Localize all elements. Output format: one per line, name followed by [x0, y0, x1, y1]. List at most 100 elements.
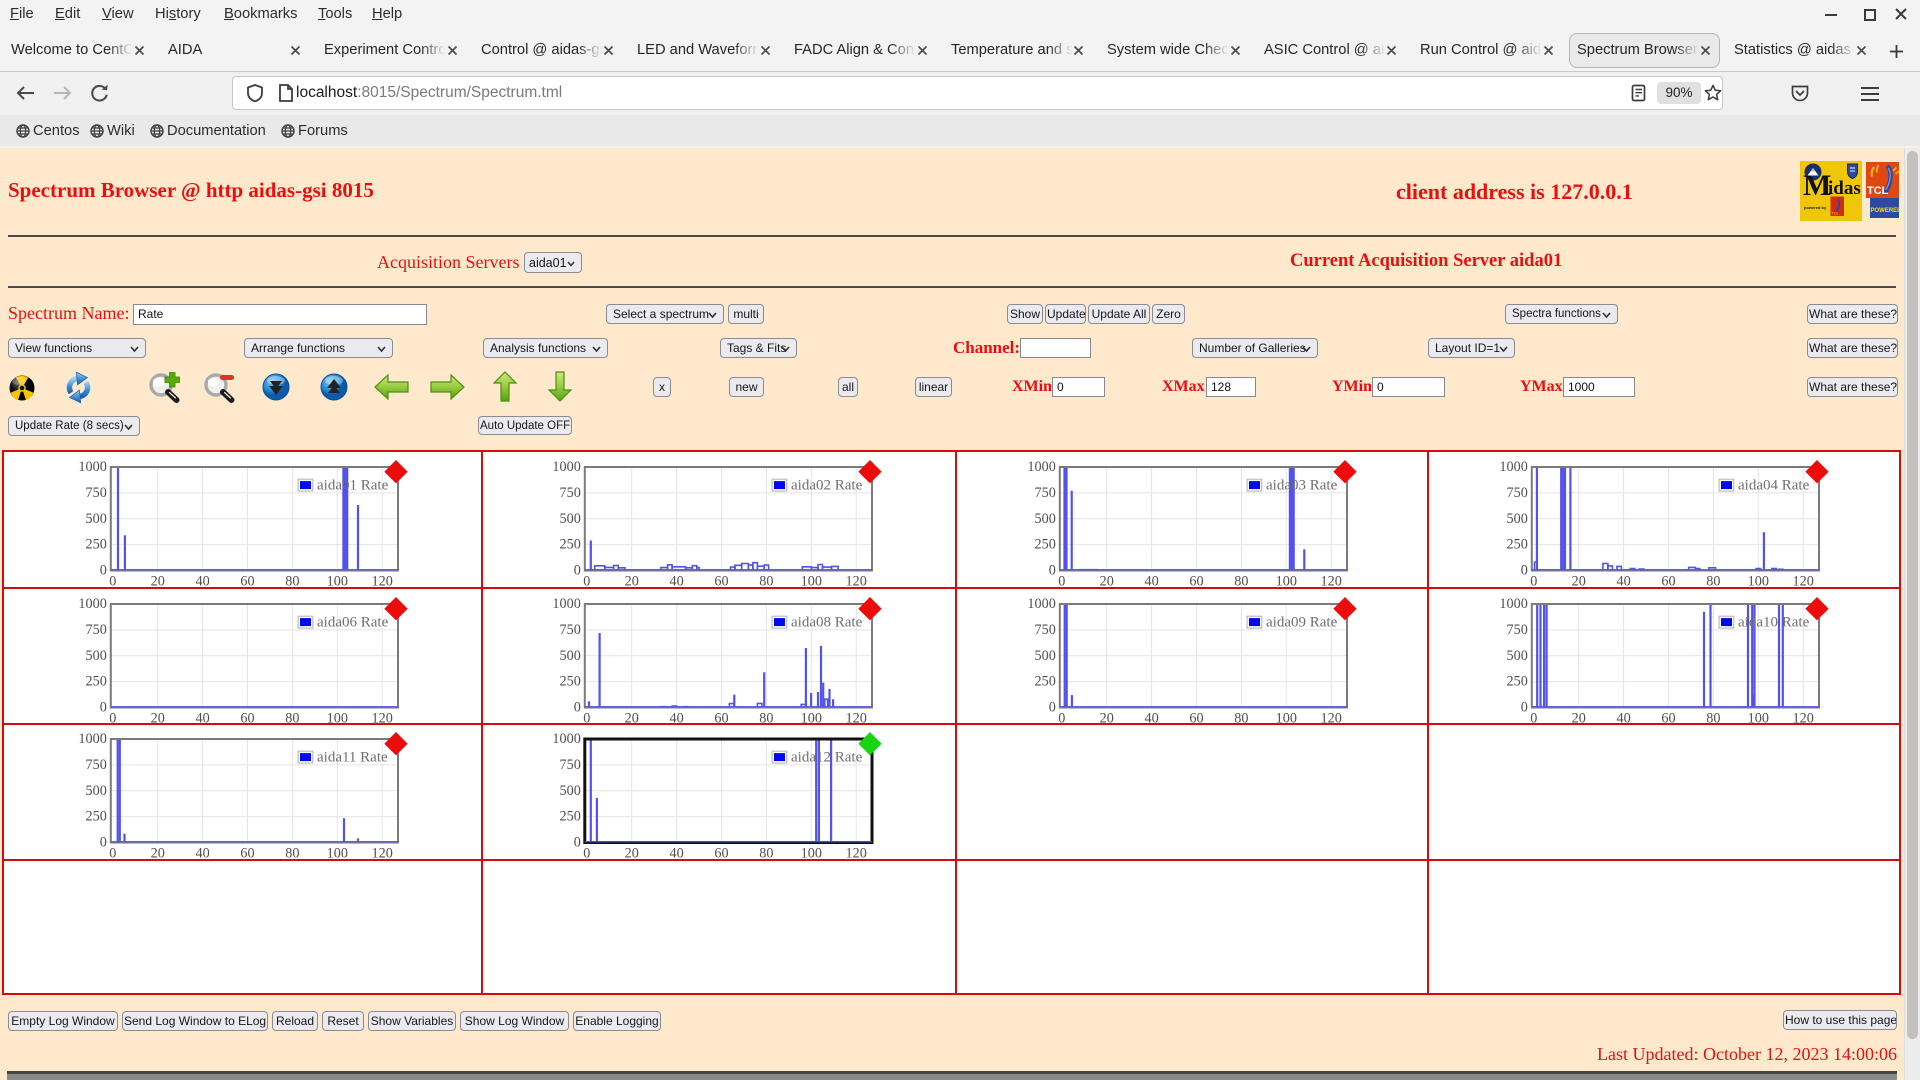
- svg-text:0: 0: [583, 574, 590, 590]
- svg-text:250: 250: [560, 537, 581, 553]
- svg-text:250: 250: [1507, 537, 1528, 553]
- svg-text:40: 40: [1145, 711, 1159, 727]
- svg-text:aida02 Rate: aida02 Rate: [791, 477, 863, 493]
- svg-text:250: 250: [1035, 537, 1056, 553]
- svg-text:100: 100: [327, 846, 348, 862]
- svg-text:idas: idas: [1828, 178, 1861, 199]
- svg-text:aida12 Rate: aida12 Rate: [791, 749, 863, 765]
- svg-text:1000: 1000: [78, 731, 106, 747]
- svg-text:100: 100: [801, 574, 822, 590]
- svg-text:80: 80: [1706, 574, 1720, 590]
- svg-text:750: 750: [86, 757, 107, 773]
- svg-text:100: 100: [1748, 574, 1769, 590]
- svg-text:1000: 1000: [552, 596, 580, 612]
- svg-text:500: 500: [1507, 648, 1528, 664]
- svg-text:500: 500: [1035, 511, 1056, 527]
- svg-text:TCL: TCL: [1867, 185, 1889, 197]
- svg-text:1000: 1000: [552, 731, 580, 747]
- svg-text:250: 250: [560, 674, 581, 690]
- svg-text:80: 80: [759, 846, 773, 862]
- svg-text:60: 60: [1661, 574, 1675, 590]
- svg-text:aida01 Rate: aida01 Rate: [317, 477, 389, 493]
- svg-text:100: 100: [1748, 711, 1769, 727]
- svg-text:40: 40: [196, 846, 210, 862]
- svg-text:0: 0: [100, 563, 107, 579]
- svg-text:750: 750: [1507, 485, 1528, 501]
- svg-text:0: 0: [583, 846, 590, 862]
- svg-text:250: 250: [86, 674, 107, 690]
- svg-text:1000: 1000: [552, 459, 580, 475]
- svg-text:750: 750: [86, 622, 107, 638]
- svg-text:60: 60: [1189, 574, 1203, 590]
- svg-text:40: 40: [1617, 711, 1631, 727]
- svg-text:0: 0: [574, 700, 581, 716]
- svg-text:0: 0: [1521, 700, 1528, 716]
- svg-text:60: 60: [240, 846, 254, 862]
- svg-text:120: 120: [846, 846, 867, 862]
- svg-text:750: 750: [560, 622, 581, 638]
- svg-text:1000: 1000: [1027, 596, 1055, 612]
- svg-text:20: 20: [1100, 711, 1114, 727]
- svg-text:750: 750: [560, 485, 581, 501]
- svg-text:1000: 1000: [1499, 596, 1527, 612]
- svg-text:20: 20: [151, 846, 165, 862]
- svg-text:0: 0: [100, 700, 107, 716]
- svg-text:40: 40: [1617, 574, 1631, 590]
- svg-text:120: 120: [1793, 574, 1814, 590]
- svg-text:POWERED: POWERED: [1871, 208, 1901, 214]
- svg-text:500: 500: [86, 783, 107, 799]
- svg-text:80: 80: [285, 846, 299, 862]
- svg-text:60: 60: [714, 846, 728, 862]
- svg-text:0: 0: [1049, 563, 1056, 579]
- svg-text:120: 120: [1321, 574, 1342, 590]
- svg-text:TCL: TCL: [1832, 212, 1839, 216]
- svg-text:aida11 Rate: aida11 Rate: [317, 749, 388, 765]
- svg-text:aida03 Rate: aida03 Rate: [1266, 477, 1338, 493]
- svg-text:20: 20: [625, 574, 639, 590]
- svg-text:aida08 Rate: aida08 Rate: [791, 614, 863, 630]
- svg-text:0: 0: [1058, 574, 1065, 590]
- svg-text:0: 0: [1049, 700, 1056, 716]
- svg-text:0: 0: [1058, 711, 1065, 727]
- svg-text:500: 500: [86, 648, 107, 664]
- svg-text:20: 20: [151, 574, 165, 590]
- svg-text:500: 500: [1507, 511, 1528, 527]
- svg-text:aida04 Rate: aida04 Rate: [1738, 477, 1810, 493]
- svg-text:40: 40: [1145, 574, 1159, 590]
- svg-text:0: 0: [100, 835, 107, 851]
- svg-text:20: 20: [1100, 574, 1114, 590]
- svg-text:250: 250: [1507, 674, 1528, 690]
- svg-text:500: 500: [560, 783, 581, 799]
- svg-text:1000: 1000: [1499, 459, 1527, 475]
- svg-text:120: 120: [372, 574, 393, 590]
- svg-text:80: 80: [1234, 711, 1248, 727]
- svg-text:1000: 1000: [78, 459, 106, 475]
- svg-text:100: 100: [1276, 711, 1297, 727]
- svg-text:60: 60: [240, 574, 254, 590]
- svg-text:120: 120: [1793, 711, 1814, 727]
- svg-text:250: 250: [86, 809, 107, 825]
- svg-text:750: 750: [86, 485, 107, 501]
- svg-text:80: 80: [285, 574, 299, 590]
- svg-text:80: 80: [1706, 711, 1720, 727]
- svg-text:500: 500: [1035, 648, 1056, 664]
- svg-text:500: 500: [86, 511, 107, 527]
- svg-text:120: 120: [846, 574, 867, 590]
- svg-text:0: 0: [574, 835, 581, 851]
- svg-text:100: 100: [327, 574, 348, 590]
- svg-text:500: 500: [560, 511, 581, 527]
- svg-text:0: 0: [1521, 563, 1528, 579]
- svg-text:0: 0: [109, 574, 116, 590]
- svg-text:250: 250: [1035, 674, 1056, 690]
- svg-text:1000: 1000: [78, 596, 106, 612]
- svg-text:60: 60: [1661, 711, 1675, 727]
- svg-text:0: 0: [109, 846, 116, 862]
- svg-text:20: 20: [1572, 574, 1586, 590]
- svg-text:40: 40: [670, 846, 684, 862]
- svg-text:aida06 Rate: aida06 Rate: [317, 614, 389, 630]
- svg-text:20: 20: [625, 846, 639, 862]
- svg-text:40: 40: [196, 574, 210, 590]
- svg-text:100: 100: [1276, 574, 1297, 590]
- svg-text:750: 750: [1035, 485, 1056, 501]
- svg-text:aida10 Rate: aida10 Rate: [1738, 614, 1810, 630]
